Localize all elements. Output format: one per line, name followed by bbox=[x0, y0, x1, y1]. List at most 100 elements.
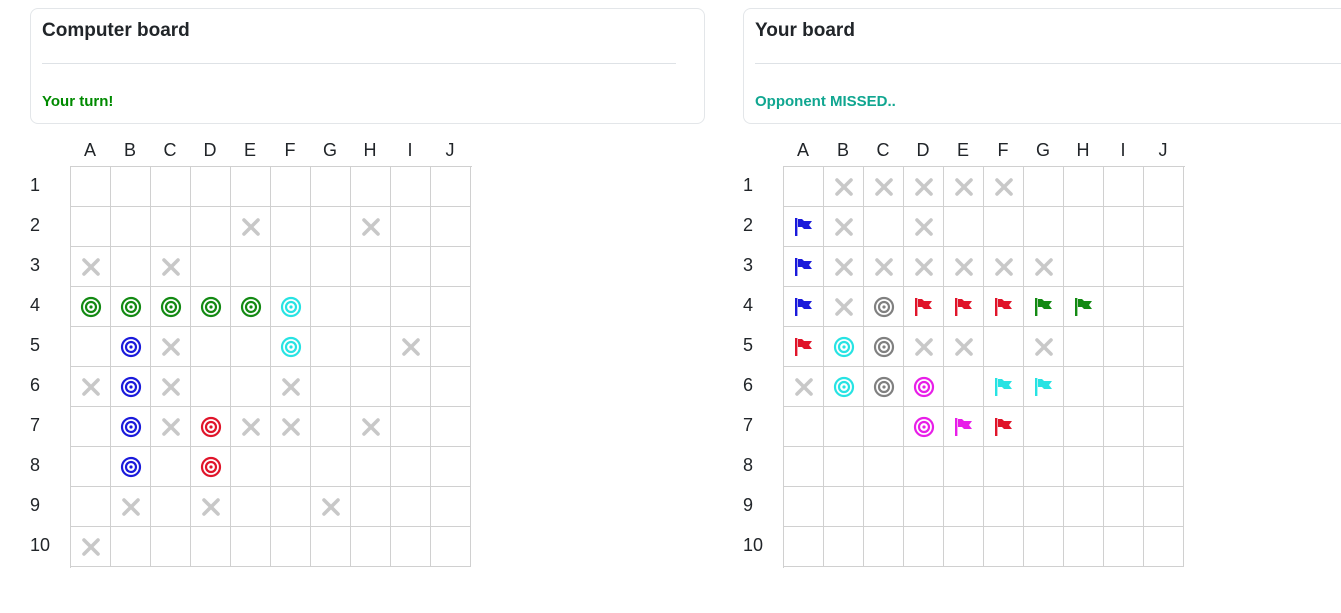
board-cell[interactable] bbox=[231, 367, 271, 407]
board-cell[interactable] bbox=[431, 487, 471, 527]
board-cell[interactable] bbox=[431, 247, 471, 287]
board-cell[interactable] bbox=[231, 207, 271, 247]
board-cell[interactable] bbox=[391, 407, 431, 447]
board-cell[interactable] bbox=[391, 447, 431, 487]
board-cell[interactable] bbox=[311, 207, 351, 247]
board-cell[interactable] bbox=[71, 327, 111, 367]
board-cell[interactable] bbox=[431, 527, 471, 567]
board-cell[interactable] bbox=[431, 207, 471, 247]
board-cell[interactable] bbox=[191, 367, 231, 407]
board-cell[interactable] bbox=[311, 447, 351, 487]
board-cell[interactable] bbox=[111, 167, 151, 207]
board-cell[interactable] bbox=[111, 287, 151, 327]
board-cell[interactable] bbox=[391, 247, 431, 287]
board-cell[interactable] bbox=[231, 247, 271, 287]
board-cell[interactable] bbox=[231, 447, 271, 487]
board-cell[interactable] bbox=[431, 407, 471, 447]
board-cell[interactable] bbox=[231, 527, 271, 567]
board-cell[interactable] bbox=[231, 487, 271, 527]
board-cell[interactable] bbox=[351, 407, 391, 447]
board-cell[interactable] bbox=[151, 407, 191, 447]
board-cell[interactable] bbox=[271, 287, 311, 327]
board-cell[interactable] bbox=[351, 527, 391, 567]
board-cell[interactable] bbox=[391, 487, 431, 527]
board-cell[interactable] bbox=[431, 447, 471, 487]
board-cell[interactable] bbox=[351, 367, 391, 407]
board-cell[interactable] bbox=[431, 327, 471, 367]
board-cell[interactable] bbox=[191, 447, 231, 487]
board-cell[interactable] bbox=[351, 487, 391, 527]
board-cell[interactable] bbox=[191, 287, 231, 327]
board-cell[interactable] bbox=[271, 247, 311, 287]
board-cell[interactable] bbox=[271, 527, 311, 567]
board-cell[interactable] bbox=[191, 487, 231, 527]
board-cell[interactable] bbox=[71, 247, 111, 287]
board-cell[interactable] bbox=[151, 287, 191, 327]
board-cell[interactable] bbox=[191, 407, 231, 447]
board-cell[interactable] bbox=[391, 167, 431, 207]
board-cell[interactable] bbox=[231, 407, 271, 447]
board-cell[interactable] bbox=[311, 287, 351, 327]
board-cell[interactable] bbox=[191, 207, 231, 247]
board-cell[interactable] bbox=[391, 287, 431, 327]
board-cell[interactable] bbox=[271, 407, 311, 447]
board-cell[interactable] bbox=[431, 367, 471, 407]
board-cell[interactable] bbox=[391, 367, 431, 407]
board-cell[interactable] bbox=[191, 327, 231, 367]
board-cell[interactable] bbox=[311, 327, 351, 367]
board-cell[interactable] bbox=[311, 167, 351, 207]
board-cell[interactable] bbox=[71, 447, 111, 487]
board-cell[interactable] bbox=[151, 247, 191, 287]
board-cell[interactable] bbox=[231, 287, 271, 327]
board-cell[interactable] bbox=[151, 167, 191, 207]
board-cell[interactable] bbox=[71, 287, 111, 327]
board-cell[interactable] bbox=[71, 167, 111, 207]
board-cell[interactable] bbox=[311, 527, 351, 567]
board-cell[interactable] bbox=[111, 327, 151, 367]
board-cell[interactable] bbox=[431, 287, 471, 327]
board-cell[interactable] bbox=[71, 487, 111, 527]
board-cell[interactable] bbox=[311, 367, 351, 407]
board-cell[interactable] bbox=[391, 527, 431, 567]
board-cell[interactable] bbox=[191, 247, 231, 287]
board-cell[interactable] bbox=[351, 247, 391, 287]
board-cell[interactable] bbox=[311, 407, 351, 447]
board-cell[interactable] bbox=[271, 167, 311, 207]
board-cell[interactable] bbox=[191, 527, 231, 567]
board-cell[interactable] bbox=[111, 447, 151, 487]
board-cell[interactable] bbox=[351, 167, 391, 207]
board-cell[interactable] bbox=[151, 367, 191, 407]
board-cell[interactable] bbox=[271, 487, 311, 527]
board-cell[interactable] bbox=[351, 447, 391, 487]
board-cell[interactable] bbox=[71, 407, 111, 447]
board-cell[interactable] bbox=[391, 207, 431, 247]
board-cell[interactable] bbox=[311, 247, 351, 287]
board-cell[interactable] bbox=[351, 207, 391, 247]
board-cell[interactable] bbox=[191, 167, 231, 207]
board-cell[interactable] bbox=[351, 327, 391, 367]
board-cell[interactable] bbox=[111, 207, 151, 247]
board-cell[interactable] bbox=[431, 167, 471, 207]
board-cell[interactable] bbox=[351, 287, 391, 327]
board-cell[interactable] bbox=[71, 527, 111, 567]
board-cell[interactable] bbox=[151, 527, 191, 567]
board-cell[interactable] bbox=[231, 327, 271, 367]
board-cell[interactable] bbox=[111, 487, 151, 527]
board-cell[interactable] bbox=[271, 367, 311, 407]
board-cell[interactable] bbox=[151, 207, 191, 247]
board-cell[interactable] bbox=[231, 167, 271, 207]
board-cell[interactable] bbox=[271, 207, 311, 247]
board-cell[interactable] bbox=[111, 527, 151, 567]
board-cell[interactable] bbox=[271, 447, 311, 487]
board-cell[interactable] bbox=[151, 447, 191, 487]
board-cell[interactable] bbox=[71, 367, 111, 407]
board-cell[interactable] bbox=[71, 207, 111, 247]
board-cell[interactable] bbox=[111, 407, 151, 447]
board-cell[interactable] bbox=[151, 487, 191, 527]
board-cell[interactable] bbox=[271, 327, 311, 367]
board-cell[interactable] bbox=[391, 327, 431, 367]
board-cell[interactable] bbox=[111, 367, 151, 407]
board-cell[interactable] bbox=[151, 327, 191, 367]
board-cell[interactable] bbox=[311, 487, 351, 527]
board-cell[interactable] bbox=[111, 247, 151, 287]
